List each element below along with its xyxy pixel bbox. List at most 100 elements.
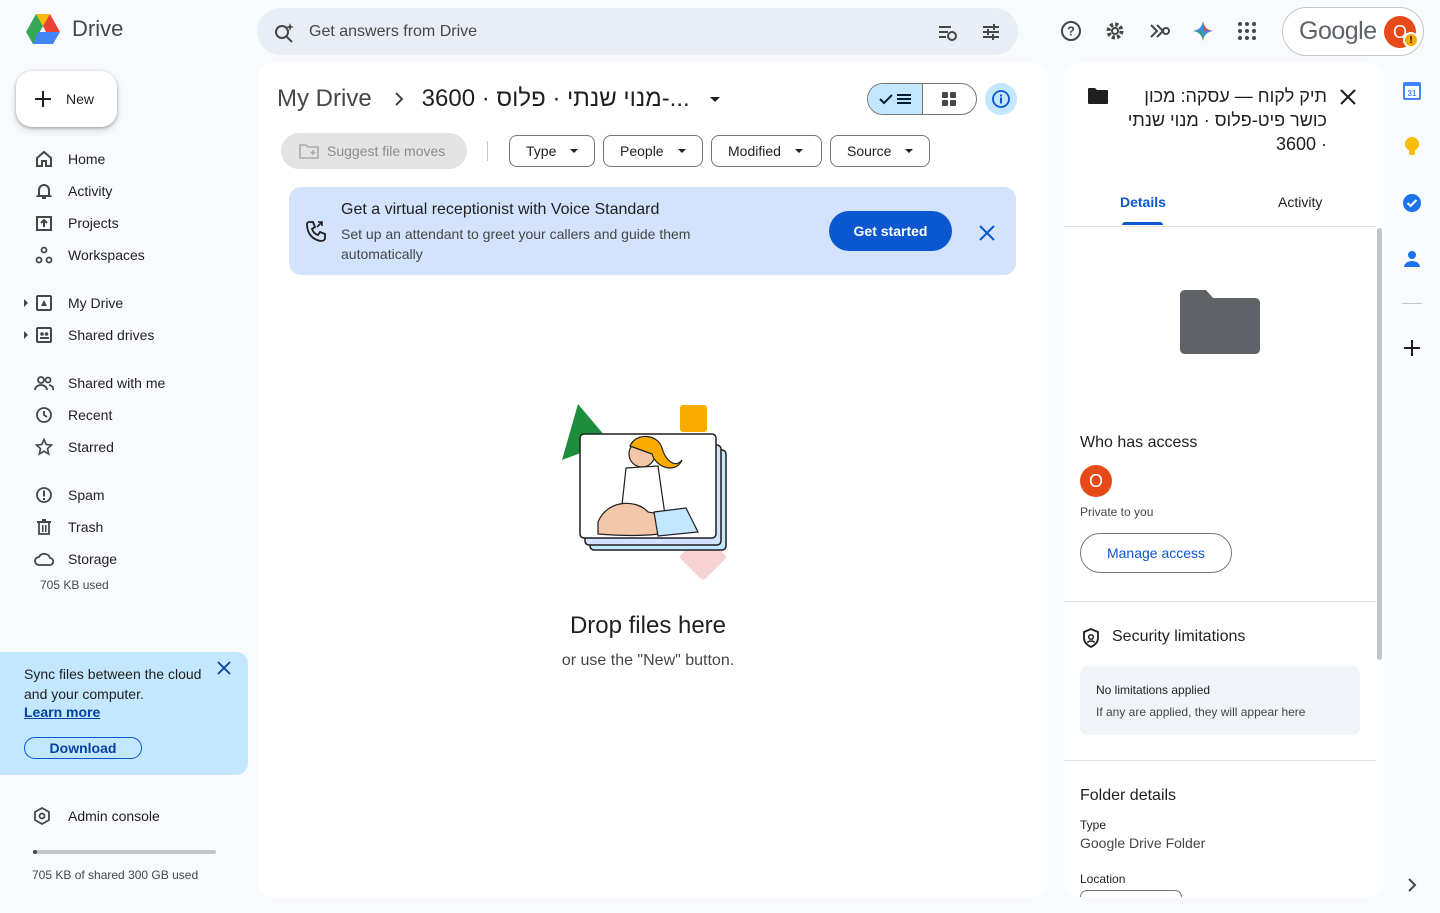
sidebar-item-label: My Drive	[68, 295, 124, 311]
tasks-icon[interactable]	[1400, 191, 1424, 215]
breadcrumb-my-drive[interactable]: My Drive	[277, 85, 372, 113]
storage-quota-fill	[33, 850, 37, 854]
download-button[interactable]: Download	[24, 737, 142, 759]
location-chip[interactable]	[1080, 890, 1182, 897]
settings-gear-icon[interactable]	[1100, 14, 1130, 48]
filter-type-label: Type	[526, 143, 557, 159]
owner-avatar[interactable]: O	[1080, 465, 1112, 497]
sidebar-item-label: Starred	[68, 439, 114, 455]
tab-details[interactable]: Details	[1120, 194, 1166, 210]
folder-icon	[1088, 88, 1108, 109]
tab-activity[interactable]: Activity	[1278, 194, 1322, 210]
search-bar[interactable]: Get answers from Drive	[257, 8, 1018, 55]
folder-menu-dropdown-icon[interactable]	[709, 96, 720, 102]
check-icon	[879, 94, 893, 105]
security-limitations-title: Security limitations	[1112, 628, 1246, 645]
search-input[interactable]: Get answers from Drive	[309, 23, 936, 41]
trash-icon	[34, 517, 54, 537]
sidebar-item-activity[interactable]: Activity	[0, 175, 248, 207]
sidebar-item-label: Recent	[68, 407, 113, 423]
sidebar-item-home[interactable]: Home	[0, 143, 248, 175]
add-addon-plus-icon[interactable]	[1400, 336, 1424, 360]
location-label: Location	[1080, 872, 1126, 886]
move-folder-icon	[299, 144, 319, 159]
filter-source-label: Source	[847, 143, 892, 159]
filter-modified-chip[interactable]: Modified	[711, 135, 822, 167]
list-icon	[896, 94, 911, 104]
sidebar-item-projects[interactable]: Projects	[0, 207, 248, 239]
sidebar-item-label: Trash	[68, 519, 104, 535]
type-value: Google Drive Folder	[1080, 835, 1206, 851]
sidebar-item-storage[interactable]: Storage	[0, 543, 248, 575]
keep-icon[interactable]	[1400, 135, 1424, 159]
search-options-icon[interactable]	[980, 21, 1002, 43]
sidebar-item-trash[interactable]: Trash	[0, 511, 248, 543]
bell-icon	[34, 181, 54, 201]
breadcrumb-current-folder[interactable]: 3600 · מנוי שנתי · פלוס-...	[422, 85, 690, 113]
expand-caret-icon[interactable]	[24, 331, 28, 339]
expand-panel-chevron-icon[interactable]	[1400, 873, 1424, 897]
sidebar-item-spam[interactable]: Spam	[0, 479, 248, 511]
filter-people-label: People	[620, 143, 664, 159]
sidebar-item-label: Storage	[68, 551, 118, 567]
sidebar-item-workspaces[interactable]: Workspaces	[0, 239, 248, 271]
sidebar-item-my-drive[interactable]: My Drive	[0, 287, 248, 319]
apps-grid-icon[interactable]	[1232, 14, 1262, 48]
admin-console-label: Admin console	[68, 808, 160, 824]
drive-logo[interactable]: Drive	[24, 12, 123, 46]
folder-preview-icon	[1180, 289, 1260, 360]
help-icon[interactable]: ?	[1056, 14, 1086, 48]
storage-quota-bar	[33, 850, 216, 854]
account-switcher[interactable]: Google O !	[1282, 7, 1424, 56]
get-started-button[interactable]: Get started	[829, 211, 952, 251]
rail-divider	[1402, 303, 1422, 304]
sidebar-item-label: Spam	[68, 487, 105, 503]
drop-files-title: Drop files here	[569, 612, 727, 639]
calendar-icon[interactable]: 31	[1400, 79, 1424, 103]
filter-modified-label: Modified	[728, 143, 781, 159]
sidebar-item-label: Projects	[68, 215, 119, 231]
dropdown-arrow-icon	[794, 149, 803, 153]
sidebar-item-shared-drives[interactable]: Shared drives	[0, 319, 248, 351]
sidebar-item-recent[interactable]: Recent	[0, 399, 248, 431]
learn-more-link[interactable]: Learn more	[24, 704, 100, 720]
active-tab-indicator	[1122, 222, 1163, 225]
filter-source-chip[interactable]: Source	[830, 135, 930, 167]
app-name: Drive	[72, 16, 124, 41]
dropdown-arrow-icon	[905, 149, 914, 153]
grid-view-button[interactable]	[923, 84, 977, 114]
admin-console-link[interactable]: Admin console	[32, 804, 160, 828]
sidebar-item-starred[interactable]: Starred	[0, 431, 248, 463]
sparkle-search-icon	[275, 22, 294, 43]
suggest-file-moves-button[interactable]: Suggest file moves	[281, 133, 467, 169]
info-icon	[992, 90, 1010, 108]
workspaces-icon	[34, 245, 54, 265]
expand-caret-icon[interactable]	[24, 299, 28, 307]
view-toggle[interactable]	[867, 83, 977, 115]
my-drive-icon	[34, 293, 54, 313]
filter-type-chip[interactable]: Type	[509, 135, 595, 167]
view-details-button[interactable]	[985, 83, 1017, 115]
dropdown-arrow-icon	[677, 149, 686, 153]
gemini-icon[interactable]	[1188, 14, 1218, 48]
sidebar-item-label: Shared drives	[68, 327, 155, 343]
contacts-icon[interactable]	[1400, 247, 1424, 271]
new-button-label: New	[66, 91, 95, 107]
filter-people-chip[interactable]: People	[603, 135, 703, 167]
close-icon[interactable]	[976, 222, 998, 244]
details-scrollbar[interactable]	[1377, 228, 1382, 660]
list-view-button[interactable]	[868, 84, 923, 114]
star-icon	[34, 437, 54, 457]
workflows-icon[interactable]	[1144, 14, 1174, 48]
suggest-file-moves-label: Suggest file moves	[327, 143, 446, 159]
grid-icon	[942, 92, 957, 106]
home-icon	[34, 149, 54, 169]
projects-icon	[34, 213, 54, 233]
search-history-icon[interactable]	[936, 21, 958, 43]
close-icon[interactable]	[214, 658, 234, 678]
close-details-icon[interactable]	[1336, 85, 1360, 109]
new-button[interactable]: New	[16, 71, 117, 127]
section-divider	[1064, 601, 1376, 602]
sidebar-item-shared-with-me[interactable]: Shared with me	[0, 367, 248, 399]
manage-access-button[interactable]: Manage access	[1080, 533, 1232, 573]
